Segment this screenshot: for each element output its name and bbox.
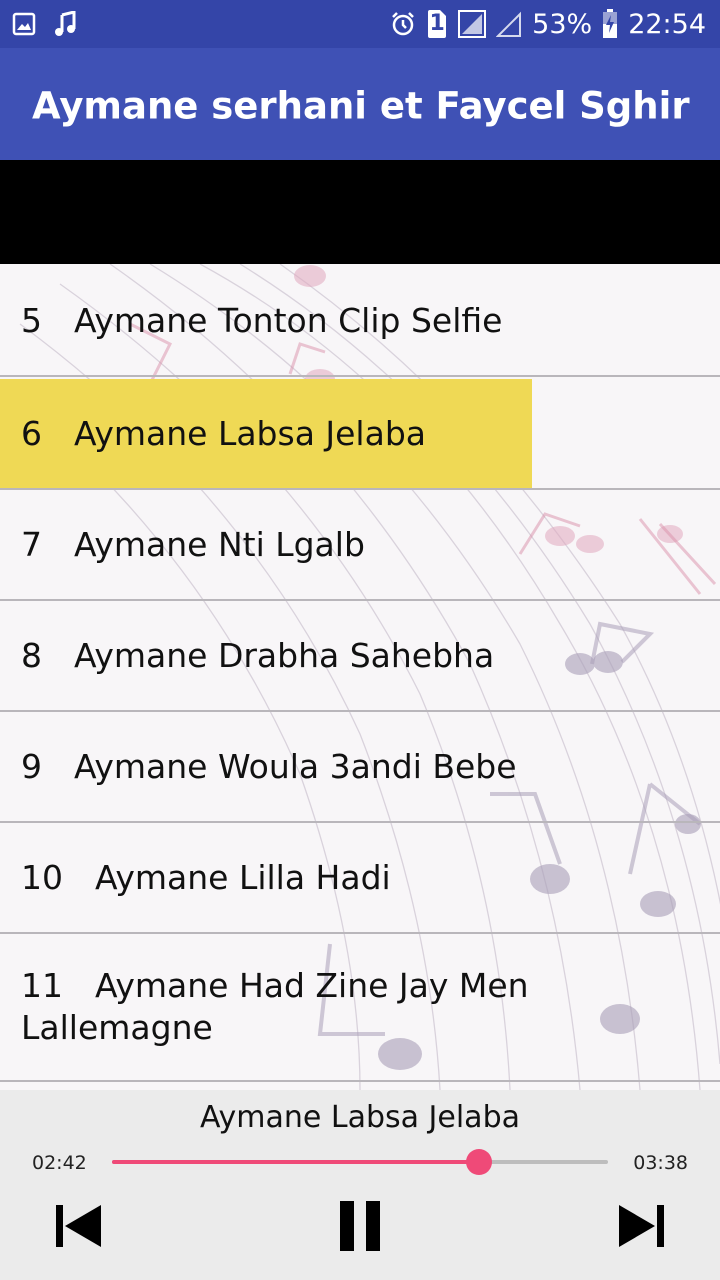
song-number: 7 (21, 524, 42, 564)
song-list[interactable]: 5 Aymane Tonton Clip Selfie 6 Aymane Labsa… (0, 264, 720, 1090)
song-row-6[interactable]: 6 Aymane Labsa Jelaba (0, 379, 720, 490)
seek-bar[interactable] (112, 1149, 608, 1175)
song-number: 6 (21, 413, 42, 453)
now-playing-title: Aymane Labsa Jelaba (200, 1100, 520, 1135)
song-row-11[interactable]: 11 Aymane Had Zine Jay Men Lallemagne (0, 934, 720, 1082)
signal-icon (458, 10, 487, 38)
song-title: Aymane Had Zine Jay Men Lallemagne (21, 966, 529, 1047)
pause-button[interactable] (332, 1198, 388, 1254)
battery-text: 53% (532, 8, 593, 40)
signal-empty-icon (496, 10, 522, 38)
skip-next-icon (619, 1205, 664, 1247)
next-button[interactable] (614, 1198, 670, 1254)
status-bar: 1 53% 22:54 (0, 0, 720, 48)
song-title: Aymane Drabha Sahebha (74, 635, 495, 675)
music-note-icon (54, 11, 76, 37)
song-row-8[interactable]: 8 Aymane Drabha Sahebha (0, 601, 720, 712)
player-panel: Aymane Labsa Jelaba 02:42 03:38 (0, 1090, 720, 1280)
song-title: Aymane Labsa Jelaba (74, 413, 426, 453)
song-number: 5 (21, 300, 42, 340)
battery-charging-icon (602, 9, 618, 39)
seek-progress (112, 1160, 480, 1164)
sim-icon: 1 (426, 9, 448, 39)
song-number: 8 (21, 635, 42, 675)
song-number: 11 (21, 966, 63, 1005)
image-icon (12, 12, 36, 36)
sim-badge: 1 (429, 11, 445, 36)
alarm-icon (390, 11, 416, 37)
previous-button[interactable] (50, 1198, 106, 1254)
song-row-10[interactable]: 10 Aymane Lilla Hadi (0, 823, 720, 934)
skip-previous-icon (56, 1205, 101, 1247)
current-time: 02:42 (32, 1152, 87, 1174)
song-number: 9 (21, 746, 42, 786)
ad-banner[interactable] (0, 160, 720, 264)
app-bar: Aymane serhani et Faycel Sghir (0, 48, 720, 160)
song-title: Aymane Lilla Hadi (95, 857, 391, 897)
seek-thumb[interactable] (466, 1149, 493, 1175)
total-time: 03:38 (633, 1152, 688, 1174)
song-title: Aymane Nti Lgalb (74, 524, 365, 564)
clock-text: 22:54 (628, 8, 706, 40)
song-row-9[interactable]: 9 Aymane Woula 3andi Bebe (0, 712, 720, 823)
song-row-5[interactable]: 5 Aymane Tonton Clip Selfie (0, 266, 720, 377)
song-title: Aymane Woula 3andi Bebe (74, 746, 517, 786)
song-number: 10 (21, 857, 63, 897)
song-row-7[interactable]: 7 Aymane Nti Lgalb (0, 490, 720, 601)
app-title: Aymane serhani et Faycel Sghir (32, 84, 690, 128)
pause-icon (340, 1201, 380, 1251)
song-title: Aymane Tonton Clip Selfie (74, 300, 503, 340)
